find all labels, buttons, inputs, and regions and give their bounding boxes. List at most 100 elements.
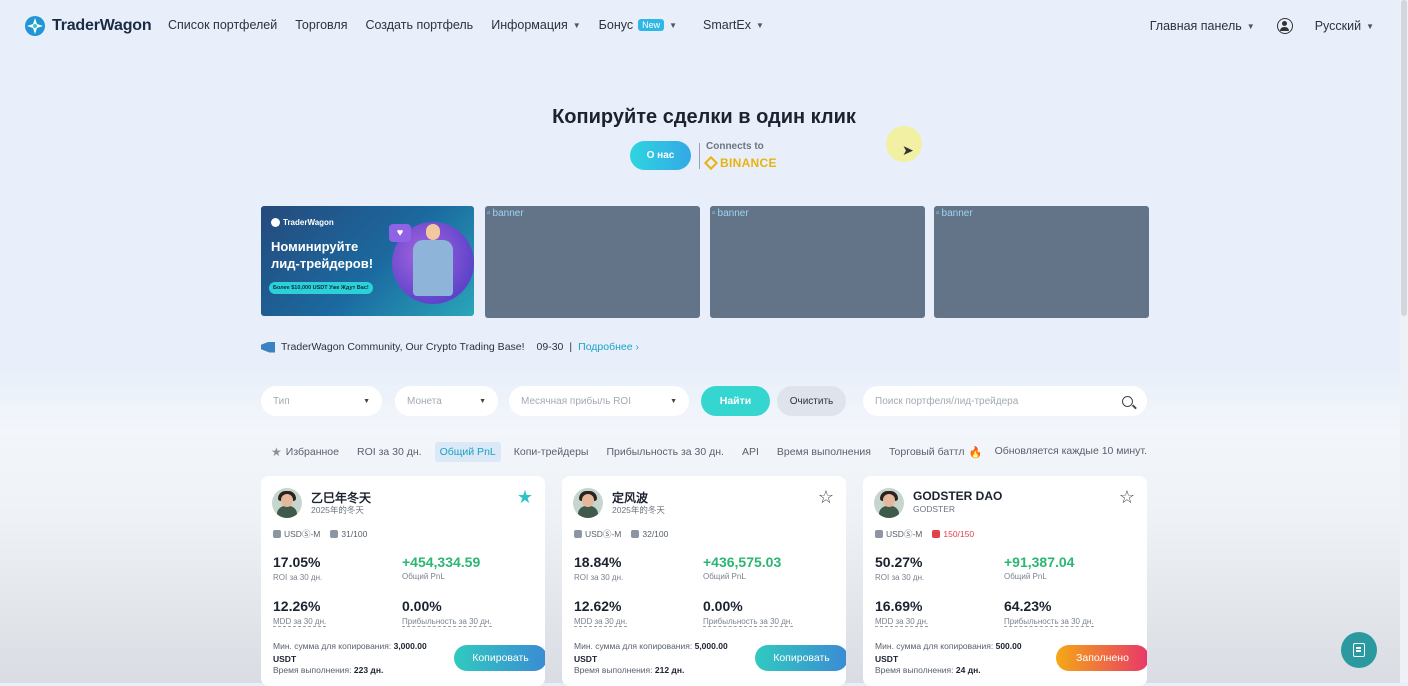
broken-image-icon: ▫ [712, 208, 716, 219]
portfolio-card[interactable]: GODSTER DAO GODSTER ☆ USDⓈ-M 150/150 50.… [863, 476, 1147, 686]
avatar[interactable] [874, 488, 904, 518]
market-label: USDⓈ-M [284, 529, 321, 539]
run-time-value: 212 дн. [654, 665, 685, 675]
user-icon[interactable] [1276, 18, 1293, 34]
copiers-count: 150/150 [932, 529, 974, 539]
min-copy-label: Мин. сумма для копирования: [875, 641, 994, 651]
portfolio-card[interactable]: 定风波 2025年的冬天 ☆ USDⓈ-M 32/100 18.84% ROI … [562, 476, 846, 686]
type-select[interactable]: Тип ▼ [261, 386, 382, 416]
avatar-face [883, 494, 895, 507]
announcement-bar: TraderWagon Community, Our Crypto Tradin… [261, 341, 639, 353]
feedback-button[interactable] [1341, 632, 1377, 668]
copiers-count: 32/100 [631, 529, 668, 539]
min-copy-amount: Мин. сумма для копирования: 500.00 [875, 641, 1055, 651]
feedback-icon [1353, 643, 1365, 657]
market-badge: USDⓈ-M [273, 528, 320, 540]
tab-api[interactable]: API [737, 442, 764, 462]
copiers-label: 150/150 [943, 529, 975, 539]
nav-trading[interactable]: Торговля [295, 18, 347, 32]
star-icon: ★ [271, 445, 282, 459]
tab-win-rate[interactable]: Прибыльность за 30 дн. [601, 442, 729, 462]
trader-name: 2025年的冬天 [612, 505, 665, 515]
nav-label: Бонус [598, 18, 634, 32]
win-rate-label: Прибыльность за 30 дн. [402, 617, 492, 627]
favorite-star-icon[interactable]: ☆ [818, 487, 834, 508]
favorite-star-icon[interactable]: ★ [517, 487, 533, 508]
new-badge: New [638, 19, 665, 31]
win-rate-label: Прибыльность за 30 дн. [703, 617, 793, 627]
pnl-value: +454,334.59 [402, 554, 481, 570]
right-nav: Главная панель ▼ Русский ▼ [1150, 18, 1374, 34]
run-time: Время выполнения: 212 дн. [574, 665, 684, 675]
card-meta: USDⓈ-M 31/100 [273, 528, 367, 540]
mdd-label: MDD за 30 дн. [273, 617, 327, 627]
announcement-text[interactable]: TraderWagon Community, Our Crypto Tradin… [281, 341, 525, 353]
chevron-right-icon: › [635, 341, 640, 353]
banner-nominate[interactable]: TraderWagon Номинируйте лид-трейдеров! Б… [261, 206, 474, 316]
tab-trading-battle[interactable]: Торговый баттл 🔥 [884, 442, 987, 463]
card-meta: USDⓈ-M 32/100 [574, 528, 668, 540]
tab-run-time[interactable]: Время выполнения [772, 442, 876, 462]
coin-select[interactable]: Монета ▼ [395, 386, 498, 416]
nav-label: Создать портфель [365, 18, 474, 32]
connects-to-label: Connects to [706, 141, 764, 152]
search-placeholder: Поиск портфеля/лид-трейдера [875, 395, 1019, 407]
nav-bonus[interactable]: Бонус New ▼ [599, 18, 677, 32]
pnl-value: +91,387.04 [1004, 554, 1075, 570]
avatar[interactable] [573, 488, 603, 518]
favorite-star-icon[interactable]: ☆ [1119, 487, 1135, 508]
full-button[interactable]: Заполнено [1056, 645, 1147, 671]
portfolio-card[interactable]: 乙巳年冬天 2025年的冬天 ★ USDⓈ-M 31/100 17.05% RO… [261, 476, 545, 686]
min-copy-label: Мин. сумма для копирования: [273, 641, 392, 651]
scrollbar-thumb[interactable] [1401, 0, 1407, 316]
card-meta: USDⓈ-M 150/150 [875, 528, 974, 540]
more-link[interactable]: Подробнее › [578, 341, 639, 353]
megaphone-icon [261, 341, 275, 353]
nav-create-portfolio[interactable]: Создать портфель [365, 18, 473, 32]
tab-roi-30d[interactable]: ROI за 30 дн. [352, 442, 427, 462]
mdd-value: 12.26% [273, 598, 321, 614]
nav-portfolio-list[interactable]: Список портфелей [168, 18, 277, 32]
language-selector[interactable]: Русский ▼ [1315, 19, 1374, 33]
nav-dashboard[interactable]: Главная панель ▼ [1150, 19, 1255, 33]
nav-smartex[interactable]: SmartEx ▼ [703, 18, 764, 32]
divider [699, 143, 700, 169]
roi-select[interactable]: Месячная прибыль ROI ▼ [509, 386, 689, 416]
currency-label: USDT [574, 654, 598, 664]
banner-4[interactable]: ▫ banner [934, 206, 1149, 318]
users-icon [631, 530, 640, 538]
banner-title-line: лид-трейдеров! [271, 256, 374, 271]
tab-favorites[interactable]: ★ Избранное [266, 441, 344, 463]
market-badge: USDⓈ-M [574, 528, 621, 540]
about-button[interactable]: О нас [630, 141, 691, 170]
portfolio-name[interactable]: GODSTER DAO [913, 489, 1002, 503]
avatar[interactable] [272, 488, 302, 518]
search-icon[interactable] [1122, 395, 1133, 407]
nav-info[interactable]: Информация ▼ [491, 18, 580, 32]
nav-label: Список портфелей [168, 18, 278, 32]
banner-2[interactable]: ▫ banner [485, 206, 700, 318]
clear-button[interactable]: Очистить [777, 386, 846, 416]
banner-3[interactable]: ▫ banner [710, 206, 925, 318]
mdd-label: MDD за 30 дн. [875, 617, 929, 627]
pnl-label: Общий PnL [1004, 572, 1047, 581]
hero-title: Копируйте сделки в один клик [552, 106, 856, 128]
copiers-label: 32/100 [642, 529, 669, 539]
copy-button[interactable]: Копировать [454, 645, 545, 671]
find-button[interactable]: Найти [701, 386, 770, 416]
min-copy-value: 5,000.00 [694, 641, 728, 651]
search-input[interactable]: Поиск портфеля/лид-трейдера [863, 386, 1147, 416]
mdd-value: 16.69% [875, 598, 923, 614]
language-label: Русский [1314, 19, 1362, 33]
copy-button[interactable]: Копировать [755, 645, 846, 671]
run-time-label: Время выполнения: [273, 665, 352, 675]
logo[interactable]: TraderWagon [24, 14, 152, 38]
binance-logo[interactable]: BINANCE [703, 155, 777, 171]
tab-total-pnl[interactable]: Общий PnL [434, 442, 501, 462]
banner-title-line: Номинируйте [271, 239, 359, 254]
market-icon [574, 530, 582, 538]
tab-copy-traders[interactable]: Копи-трейдеры [509, 442, 594, 462]
roi-value: 17.05% [273, 554, 321, 570]
tab-label: Торговый баттл [888, 446, 965, 458]
caret-down-icon: ▼ [670, 397, 677, 405]
